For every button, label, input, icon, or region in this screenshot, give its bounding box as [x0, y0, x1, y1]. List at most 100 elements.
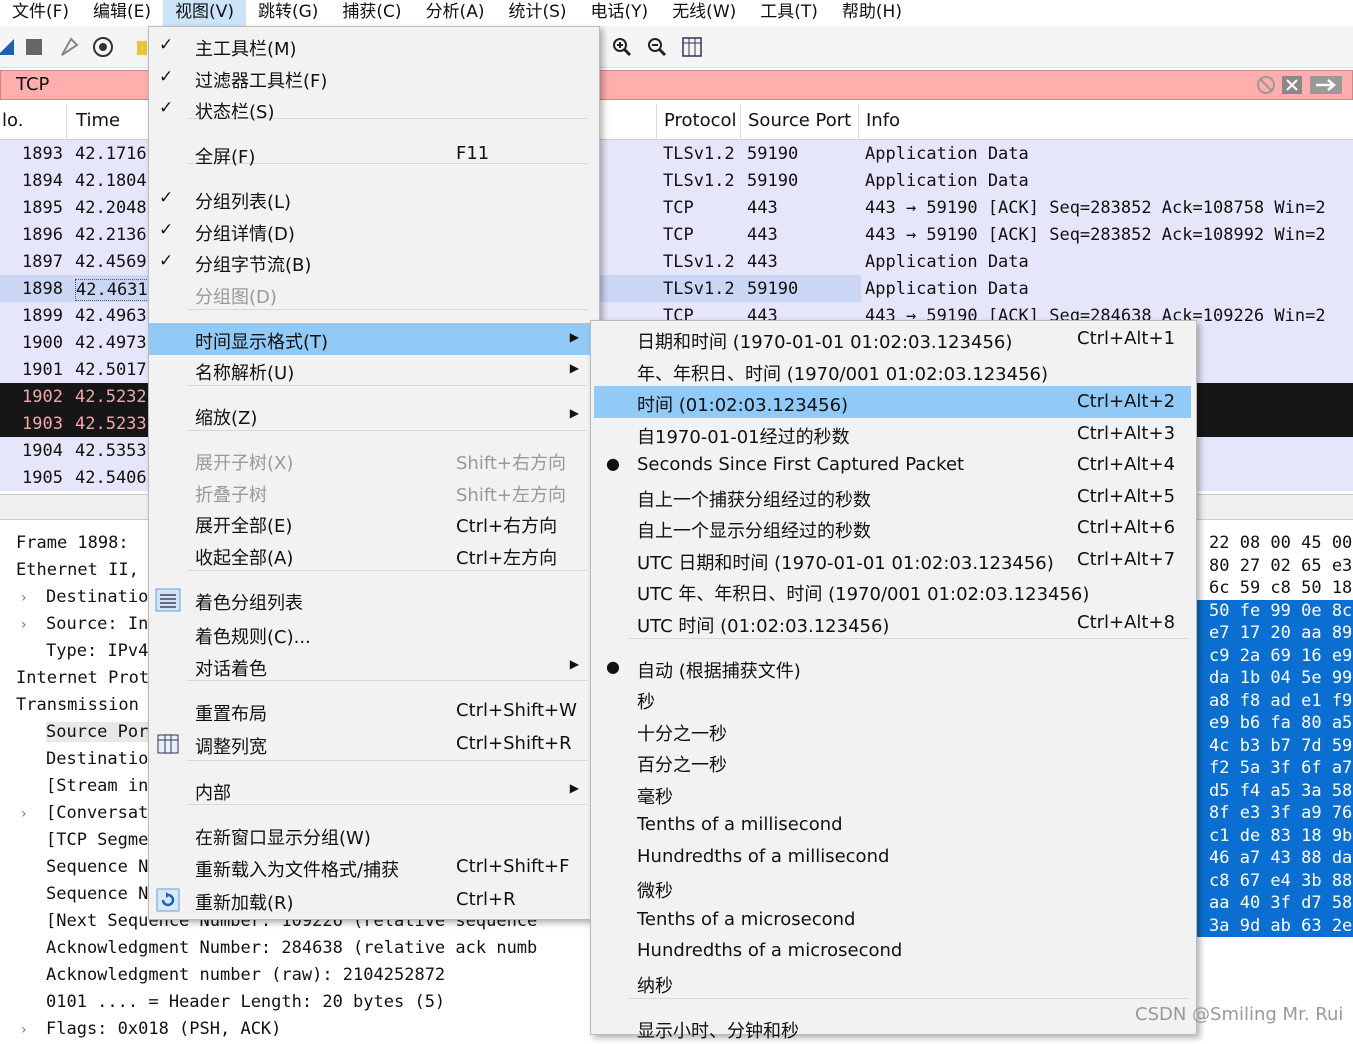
view-menu-item[interactable]: 收起全部(A) Ctrl+左方向 — [149, 539, 599, 571]
detail-item[interactable]: Ethernet II, — [16, 560, 139, 580]
view-menu-item[interactable]: 着色规则(C)... — [149, 618, 599, 650]
menu-0[interactable]: 文件(F) — [0, 0, 81, 26]
hex-row[interactable]: d5 f4 a5 3a 58 — [1197, 779, 1353, 802]
hex-row[interactable]: c1 de 83 18 9b — [1197, 824, 1353, 847]
view-menu-item[interactable]: 在新窗口显示分组(W) — [149, 819, 599, 851]
view-menu-item[interactable]: 重新加载(R) Ctrl+R — [149, 884, 599, 916]
view-menu-item[interactable]: ✓ 过滤器工具栏(F) — [149, 62, 599, 94]
detail-item[interactable]: Acknowledgment number (raw): 2104252872 — [46, 965, 445, 985]
column-header-time[interactable]: Time — [76, 110, 120, 131]
view-menu-item[interactable]: ✓ 状态栏(S) — [149, 93, 599, 125]
detail-item[interactable]: Transmission — [16, 695, 139, 715]
time-format-item[interactable]: ● Seconds Since First Captured Packet Ctrl… — [591, 449, 1196, 481]
hex-row[interactable]: f2 5a 3f 6f a7 — [1197, 757, 1353, 780]
time-format-item[interactable]: 时间 (01:02:03.123456) Ctrl+Alt+2 — [594, 386, 1191, 418]
time-format-item[interactable]: Hundredths of a millisecond — [591, 841, 1196, 873]
hex-row[interactable]: 80 27 02 65 e3 — [1197, 555, 1353, 578]
hex-row[interactable]: a8 f8 ad e1 f9 — [1197, 689, 1353, 712]
hex-row[interactable]: 8f e3 3f a9 76 — [1197, 802, 1353, 825]
menu-5[interactable]: 分析(A) — [414, 0, 497, 26]
detail-item[interactable]: Sequence N — [46, 884, 148, 904]
view-menu-item[interactable]: 全屏(F) F11 — [149, 138, 599, 170]
column-header-protocol[interactable]: Protocol — [664, 110, 737, 131]
time-format-item[interactable]: 纳秒 — [591, 967, 1196, 999]
view-menu-item[interactable]: 重置布局 Ctrl+Shift+W — [149, 695, 599, 727]
time-format-item[interactable]: 十分之一秒 — [591, 715, 1196, 747]
hex-row[interactable]: da 1b 04 5e 99 — [1197, 667, 1353, 690]
hex-row[interactable]: 22 08 00 45 00 — [1197, 532, 1353, 555]
detail-item[interactable]: 0101 .... = Header Length: 20 bytes (5) — [46, 992, 445, 1012]
hex-row[interactable]: e7 17 20 aa 89 — [1197, 622, 1353, 645]
close-icon[interactable] — [1281, 75, 1303, 95]
detail-item[interactable]: [Stream in — [46, 776, 148, 796]
hex-row[interactable]: 6c 59 c8 50 18 — [1197, 577, 1353, 600]
time-format-item[interactable]: 秒 — [591, 683, 1196, 715]
view-menu-item[interactable]: 着色分组列表 — [149, 584, 599, 616]
resize-columns-icon[interactable] — [680, 35, 704, 59]
column-header-no[interactable]: lo. — [2, 110, 23, 131]
detail-item[interactable]: Destinatio — [46, 587, 148, 607]
chevron-right-icon[interactable]: › — [21, 1022, 27, 1038]
view-menu-item[interactable]: ✓ 主工具栏(M) — [149, 30, 599, 62]
zoom-out-icon[interactable] — [645, 35, 669, 59]
menu-10[interactable]: 帮助(H) — [830, 0, 914, 26]
time-format-item[interactable]: 日期和时间 (1970-01-01 01:02:03.123456) Ctrl+A… — [591, 323, 1196, 355]
stop-capture-icon[interactable] — [22, 35, 46, 59]
hex-row[interactable]: 3a 9d ab 63 2e — [1197, 914, 1353, 937]
menu-6[interactable]: 统计(S) — [496, 0, 578, 26]
time-format-item[interactable]: 自上一个捕获分组经过的秒数 Ctrl+Alt+5 — [591, 481, 1196, 513]
column-header-source-port[interactable]: Source Port — [748, 110, 851, 131]
time-format-item[interactable]: 毫秒 — [591, 778, 1196, 810]
time-format-item[interactable]: Hundredths of a microsecond — [591, 935, 1196, 967]
time-format-item[interactable]: 自1970-01-01经过的秒数 Ctrl+Alt+3 — [591, 418, 1196, 450]
menu-4[interactable]: 捕获(C) — [330, 0, 413, 26]
time-format-item[interactable]: 百分之一秒 — [591, 746, 1196, 778]
time-format-item[interactable]: 显示小时、分钟和秒 — [591, 1012, 1196, 1044]
menu-8[interactable]: 无线(W) — [660, 0, 748, 26]
chevron-right-icon[interactable]: › — [21, 617, 27, 633]
menu-9[interactable]: 工具(T) — [748, 0, 830, 26]
view-menu-item[interactable]: 缩放(Z) ▶ — [149, 399, 599, 431]
time-format-item[interactable]: Tenths of a millisecond — [591, 809, 1196, 841]
view-menu-item[interactable]: 对话着色 ▶ — [149, 650, 599, 682]
time-format-item[interactable]: UTC 日期和时间 (1970-01-01 01:02:03.123456) Ct… — [591, 544, 1196, 576]
hex-row[interactable]: aa 40 3f d7 58 — [1197, 892, 1353, 915]
detail-item[interactable]: Type: IPv4 — [46, 641, 148, 661]
hex-row[interactable]: e9 b6 fa 80 a5 — [1197, 712, 1353, 735]
time-format-item[interactable]: 自上一个显示分组经过的秒数 Ctrl+Alt+6 — [591, 512, 1196, 544]
view-menu-item[interactable]: ✓ 分组列表(L) — [149, 183, 599, 215]
apply-filter-arrow-icon[interactable] — [1309, 75, 1343, 95]
hex-row[interactable]: c8 67 e4 3b 88 — [1197, 869, 1353, 892]
menu-7[interactable]: 电话(Y) — [579, 0, 661, 26]
restart-capture-icon[interactable] — [57, 35, 81, 59]
view-menu-item[interactable]: 重新载入为文件格式/捕获 Ctrl+Shift+F — [149, 851, 599, 883]
menu-1[interactable]: 编辑(E) — [81, 0, 163, 26]
open-file-icon[interactable] — [134, 35, 148, 59]
hex-row[interactable]: 4c b3 b7 7d 59 — [1197, 734, 1353, 757]
detail-item[interactable]: Source: In — [46, 614, 148, 634]
detail-item[interactable]: Internet Prot — [16, 668, 149, 688]
detail-item[interactable]: [TCP Segme — [46, 830, 148, 850]
zoom-in-icon[interactable] — [610, 35, 634, 59]
view-menu-item[interactable]: 时间显示格式(T) ▶ — [149, 323, 599, 355]
detail-item[interactable]: Frame 1898: — [16, 533, 129, 553]
time-format-item[interactable]: UTC 年、年积日、时间 (1970/001 01:02:03.123456) — [591, 575, 1196, 607]
detail-item[interactable]: Sequence N — [46, 857, 148, 877]
view-menu-item[interactable]: 调整列宽 Ctrl+Shift+R — [149, 728, 599, 760]
time-format-item[interactable]: 年、年积日、时间 (1970/001 01:02:03.123456) — [591, 355, 1196, 387]
time-format-item[interactable]: ● 自动 (根据捕获文件) — [591, 652, 1196, 684]
hex-row[interactable]: 50 fe 99 0e 8c — [1197, 599, 1353, 622]
hex-row[interactable]: c9 2a 69 16 e9 — [1197, 644, 1353, 667]
chevron-right-icon[interactable]: › — [21, 590, 27, 606]
menu-2[interactable]: 视图(V) — [163, 0, 246, 26]
view-menu-item[interactable]: 展开全部(E) Ctrl+右方向 — [149, 507, 599, 539]
time-format-item[interactable]: UTC 时间 (01:02:03.123456) Ctrl+Alt+8 — [591, 607, 1196, 639]
hex-row[interactable]: 46 a7 43 88 da — [1197, 847, 1353, 870]
detail-item[interactable]: Destinatio — [46, 749, 148, 769]
view-menu-item[interactable]: 名称解析(U) ▶ — [149, 354, 599, 386]
detail-item[interactable]: Acknowledgment Number: 284638 (relative … — [46, 938, 537, 958]
clear-filter-icon[interactable] — [1255, 75, 1277, 95]
detail-item[interactable]: Source Por — [46, 722, 149, 742]
view-menu-item[interactable]: ✓ 分组详情(D) — [149, 215, 599, 247]
time-format-item[interactable]: 微秒 — [591, 872, 1196, 904]
